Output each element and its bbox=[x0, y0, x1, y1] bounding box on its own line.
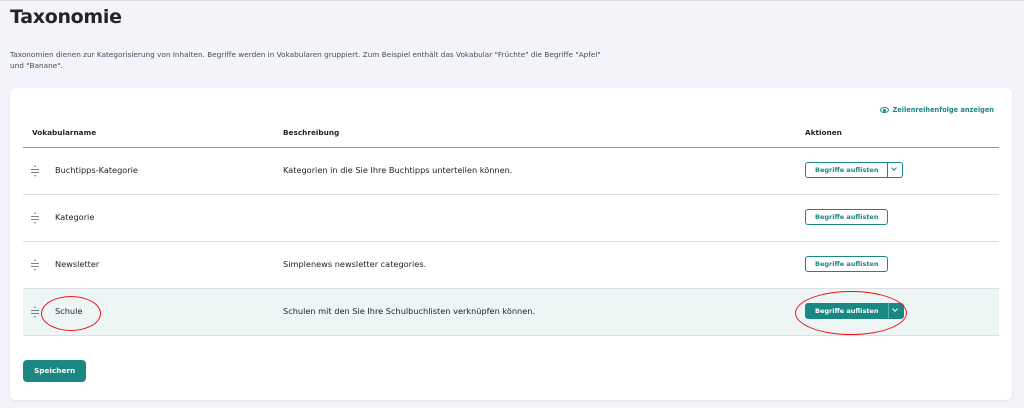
list-terms-button[interactable]: Begriffe auflisten bbox=[805, 162, 889, 178]
list-terms-button[interactable]: Begriffe auflisten bbox=[805, 256, 889, 272]
row-actions: Begriffe auflisten bbox=[805, 256, 889, 272]
vocabulary-name: Buchtipps-Kategorie bbox=[55, 165, 138, 175]
list-terms-button[interactable]: Begriffe auflisten bbox=[805, 303, 889, 319]
chevron-down-icon[interactable] bbox=[888, 162, 904, 178]
list-terms-button[interactable]: Begriffe auflisten bbox=[805, 209, 889, 225]
page-description: Taxonomien dienen zur Kategorisierung vo… bbox=[10, 50, 601, 70]
table-row: Buchtipps-Kategorie Kategorien in die Si… bbox=[23, 148, 999, 195]
vocabulary-description: Schulen mit den Sie Ihre Schulbuchlisten… bbox=[283, 306, 536, 316]
header-actions: Aktionen bbox=[805, 128, 842, 137]
header-vocabulary-name: Vokabularname bbox=[32, 128, 97, 137]
row-actions: Begriffe auflisten bbox=[805, 162, 904, 178]
vocabulary-description: Kategorien in die Sie Ihre Buchtipps unt… bbox=[283, 165, 513, 175]
row-actions: Begriffe auflisten bbox=[805, 303, 905, 319]
drag-handle-icon[interactable] bbox=[31, 306, 39, 318]
table-header: Vokabularname Beschreibung Aktionen bbox=[23, 123, 999, 148]
chevron-down-icon[interactable] bbox=[888, 303, 905, 319]
top-divider bbox=[0, 0, 1024, 1]
vocabulary-name: Kategorie bbox=[55, 212, 95, 222]
eye-icon bbox=[880, 107, 890, 113]
drag-handle-icon[interactable] bbox=[31, 212, 39, 224]
table-row: Newsletter Simplenews newsletter categor… bbox=[23, 242, 999, 289]
row-actions: Begriffe auflisten bbox=[805, 209, 889, 225]
drag-handle-icon[interactable] bbox=[31, 259, 39, 271]
vocabulary-description: Simplenews newsletter categories. bbox=[283, 259, 427, 269]
save-button[interactable]: Speichern bbox=[23, 360, 87, 382]
table-row-highlighted: Schule Schulen mit den Sie Ihre Schulbuc… bbox=[23, 289, 999, 336]
show-row-order-label: Zeilenreihenfolge anzeigen bbox=[892, 106, 994, 114]
drag-handle-icon[interactable] bbox=[31, 165, 39, 177]
show-row-order-link[interactable]: Zeilenreihenfolge anzeigen bbox=[880, 106, 994, 114]
vocabulary-card: Zeilenreihenfolge anzeigen Vokabularname… bbox=[10, 88, 1012, 400]
table-row: Kategorie Begriffe auflisten bbox=[23, 195, 999, 242]
header-description: Beschreibung bbox=[283, 128, 340, 137]
vocabulary-table: Vokabularname Beschreibung Aktionen Buch… bbox=[23, 123, 999, 336]
page-title: Taxonomie bbox=[10, 6, 122, 28]
vocabulary-name: Newsletter bbox=[55, 259, 100, 269]
vocabulary-name: Schule bbox=[55, 306, 83, 316]
